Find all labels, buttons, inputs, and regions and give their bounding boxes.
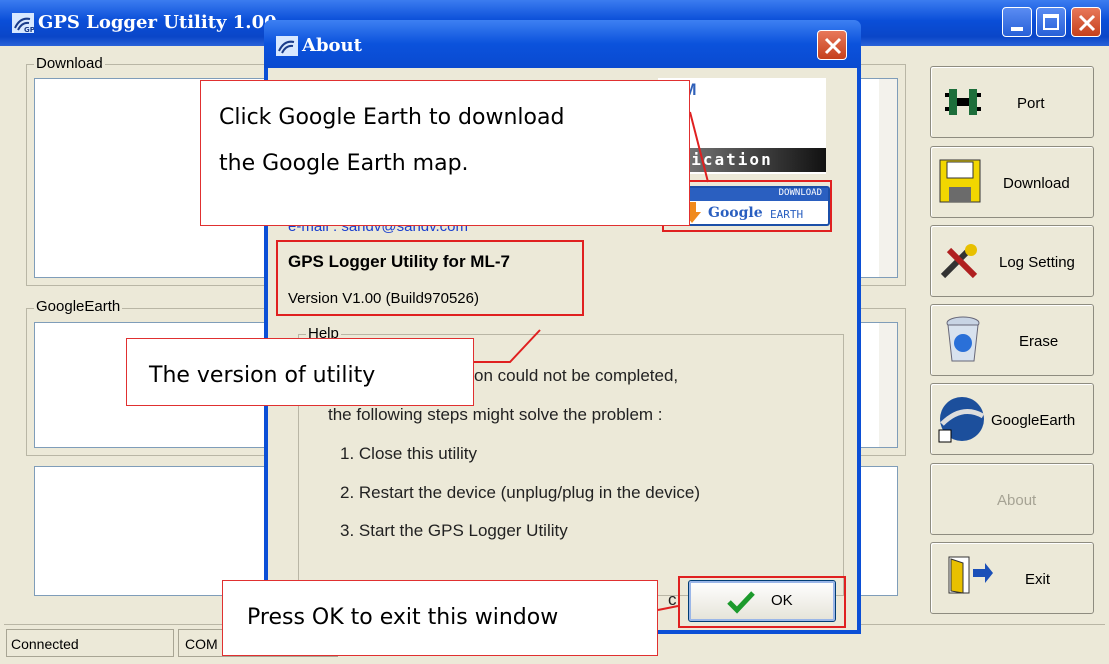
callout-version-text: The version of utility	[149, 363, 376, 388]
callout-ok: Press OK to exit this window	[222, 580, 658, 656]
connector-google-earth	[689, 111, 709, 183]
callout-ok-text: Press OK to exit this window	[247, 605, 559, 630]
callout-google-earth-line1: Click Google Earth to download	[219, 105, 565, 130]
callout-google-earth: Click Google Earth to download the Googl…	[200, 80, 690, 226]
callout-version: The version of utility	[126, 338, 474, 406]
connector-ok	[657, 605, 679, 611]
callout-google-earth-line2: the Google Earth map.	[219, 151, 469, 176]
connector-version	[474, 329, 541, 363]
